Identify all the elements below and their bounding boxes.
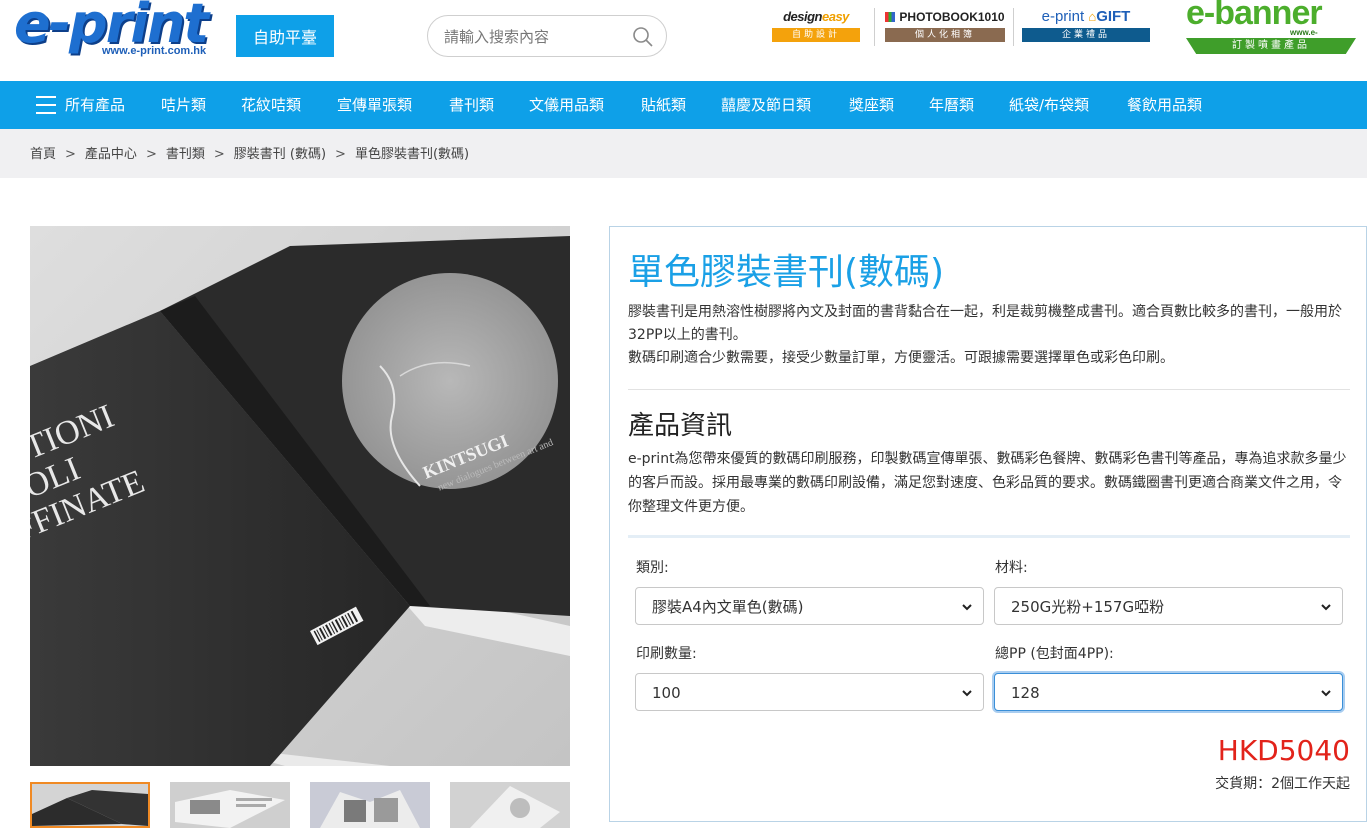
quantity-select-value: 100 (652, 684, 681, 702)
chevron-down-icon (1321, 690, 1331, 697)
divider (874, 8, 875, 46)
designeasy-sub: 自助設計 (772, 28, 860, 42)
divider (628, 535, 1350, 538)
gift-title-b: GIFT (1096, 8, 1131, 25)
type-select-value: 膠裝A4內文單色(數碼) (652, 598, 804, 616)
designeasy-logo[interactable]: designeasy 自助設計 (772, 8, 860, 46)
material-select-value: 250G光粉+157G啞粉 (1011, 598, 1165, 616)
delivery-time: 交貨期：2個工作天起 (1215, 776, 1350, 792)
divider (1013, 8, 1014, 46)
designeasy-title-a: design (783, 9, 822, 24)
type-label: 類別: (636, 560, 669, 576)
search-icon[interactable] (632, 26, 654, 48)
thumbnail-1[interactable] (30, 782, 150, 828)
eprint-gift-logo[interactable]: e-print ⌂GIFT 企業禮品 (1022, 8, 1150, 46)
product-main-image[interactable]: ESTIONI VOLI FFINATE KINTSUGI new dialog… (30, 226, 570, 766)
gift-icon: ⌂ (1088, 9, 1097, 24)
nav-bags[interactable]: 紙袋/布袋類 (1009, 81, 1089, 129)
designeasy-title-b: easy (821, 9, 849, 24)
product-description-2: 數碼印刷適合少數需要，接受少數量訂單，方便靈活。可跟據需要選擇單色或彩色印刷。 (628, 350, 1174, 366)
pages-select-value: 128 (1011, 684, 1040, 702)
breadcrumb-perfect-bound[interactable]: 膠裝書刊 (數碼) (234, 147, 326, 162)
logo-url: www.e-print.com.hk (102, 45, 207, 57)
self-service-button[interactable]: 自助平臺 (236, 15, 334, 57)
quantity-select[interactable]: 100 (635, 673, 984, 711)
breadcrumb-current: 單色膠裝書刊(數碼) (354, 147, 470, 162)
menu-icon[interactable] (36, 96, 56, 114)
nav-stickers[interactable]: 貼紙類 (641, 81, 686, 129)
breadcrumb-products[interactable]: 產品中心 (85, 147, 137, 162)
chevron-down-icon (962, 690, 972, 697)
info-text: e-print為您帶來優質的數碼印刷服務，印製數碼宣傳單張、數碼彩色餐牌、數碼彩… (628, 451, 1347, 515)
thumbnail-2[interactable] (170, 782, 290, 828)
main-nav: 所有產品 咭片類 花紋咭類 宣傳單張類 書刊類 文儀用品類 貼紙類 囍慶及節日類… (0, 81, 1367, 129)
pages-select[interactable]: 128 (994, 673, 1343, 711)
nav-cards[interactable]: 咭片類 (161, 81, 206, 129)
book-illustration: ESTIONI VOLI FFINATE KINTSUGI new dialog… (30, 226, 570, 766)
info-heading: 產品資訊 (628, 411, 733, 441)
ebanner-logo[interactable]: e-banner www.e-banner.com 訂製噴畫產品 (1186, 0, 1358, 56)
product-info-panel: 單色膠裝書刊(數碼) 膠裝書刊是用熱溶性樹膠將內文及封面的書背黏合在一起，利是裁… (609, 226, 1367, 822)
search-box (427, 15, 667, 57)
nav-festive[interactable]: 囍慶及節日類 (721, 81, 811, 129)
breadcrumb-separator: > (335, 147, 346, 162)
gift-title-a: e-print (1041, 8, 1085, 25)
nav-catering[interactable]: 餐飲用品類 (1127, 81, 1202, 129)
nav-flyers[interactable]: 宣傳單張類 (337, 81, 412, 129)
nav-trophies[interactable]: 獎座類 (849, 81, 894, 129)
site-header: e-print www.e-print.com.hk 自助平臺 designea… (0, 0, 1367, 81)
product-description-1: 膠裝書刊是用熱溶性樹膠將內文及封面的書背黏合在一起，利是裁剪機整成書刊。適合頁數… (628, 304, 1342, 343)
product-price: HKD5040 (1217, 734, 1350, 767)
photobook-icon (885, 12, 896, 22)
chevron-down-icon (1321, 604, 1331, 611)
thumbnail-4[interactable] (450, 782, 570, 828)
photobook-title: PHOTOBOOK1010 (899, 10, 1005, 24)
breadcrumb-separator: > (65, 147, 76, 162)
nav-calendars[interactable]: 年曆類 (929, 81, 974, 129)
pages-label: 總PP (包封面4PP): (995, 646, 1114, 662)
search-input[interactable] (444, 26, 624, 48)
type-select[interactable]: 膠裝A4內文單色(數碼) (635, 587, 984, 625)
nav-all-products[interactable]: 所有產品 (65, 81, 125, 129)
gift-sub: 企業禮品 (1022, 28, 1150, 42)
product-description: 膠裝書刊是用熱溶性樹膠將內文及封面的書背黏合在一起，利是裁剪機整成書刊。適合頁數… (628, 301, 1352, 370)
thumbnail-3[interactable] (310, 782, 430, 828)
divider (628, 389, 1350, 390)
chevron-down-icon (962, 604, 972, 611)
nav-books[interactable]: 書刊類 (449, 81, 494, 129)
breadcrumb-separator: > (145, 147, 157, 162)
nav-stationery[interactable]: 文儀用品類 (529, 81, 604, 129)
breadcrumb-separator: > (213, 147, 225, 162)
breadcrumb: 首頁 > 產品中心 > 書刊類 > 膠裝書刊 (數碼) > 單色膠裝書刊(數碼) (0, 129, 1367, 178)
breadcrumb-home[interactable]: 首頁 (30, 147, 56, 162)
material-label: 材料: (995, 560, 1028, 576)
thumbnail-strip (30, 782, 570, 828)
eprint-logo[interactable]: e-print www.e-print.com.hk (14, 0, 218, 60)
product-title: 單色膠裝書刊(數碼) (628, 252, 945, 293)
quantity-label: 印刷數量: (636, 646, 697, 662)
breadcrumb-books[interactable]: 書刊類 (166, 147, 205, 162)
nav-pattern-cards[interactable]: 花紋咭類 (241, 81, 301, 129)
photobook-logo[interactable]: PHOTOBOOK1010 個人化相簿 (885, 8, 1005, 46)
material-select[interactable]: 250G光粉+157G啞粉 (994, 587, 1343, 625)
ebanner-sub: 訂製噴畫產品 (1186, 38, 1356, 54)
photobook-sub: 個人化相簿 (885, 28, 1005, 42)
